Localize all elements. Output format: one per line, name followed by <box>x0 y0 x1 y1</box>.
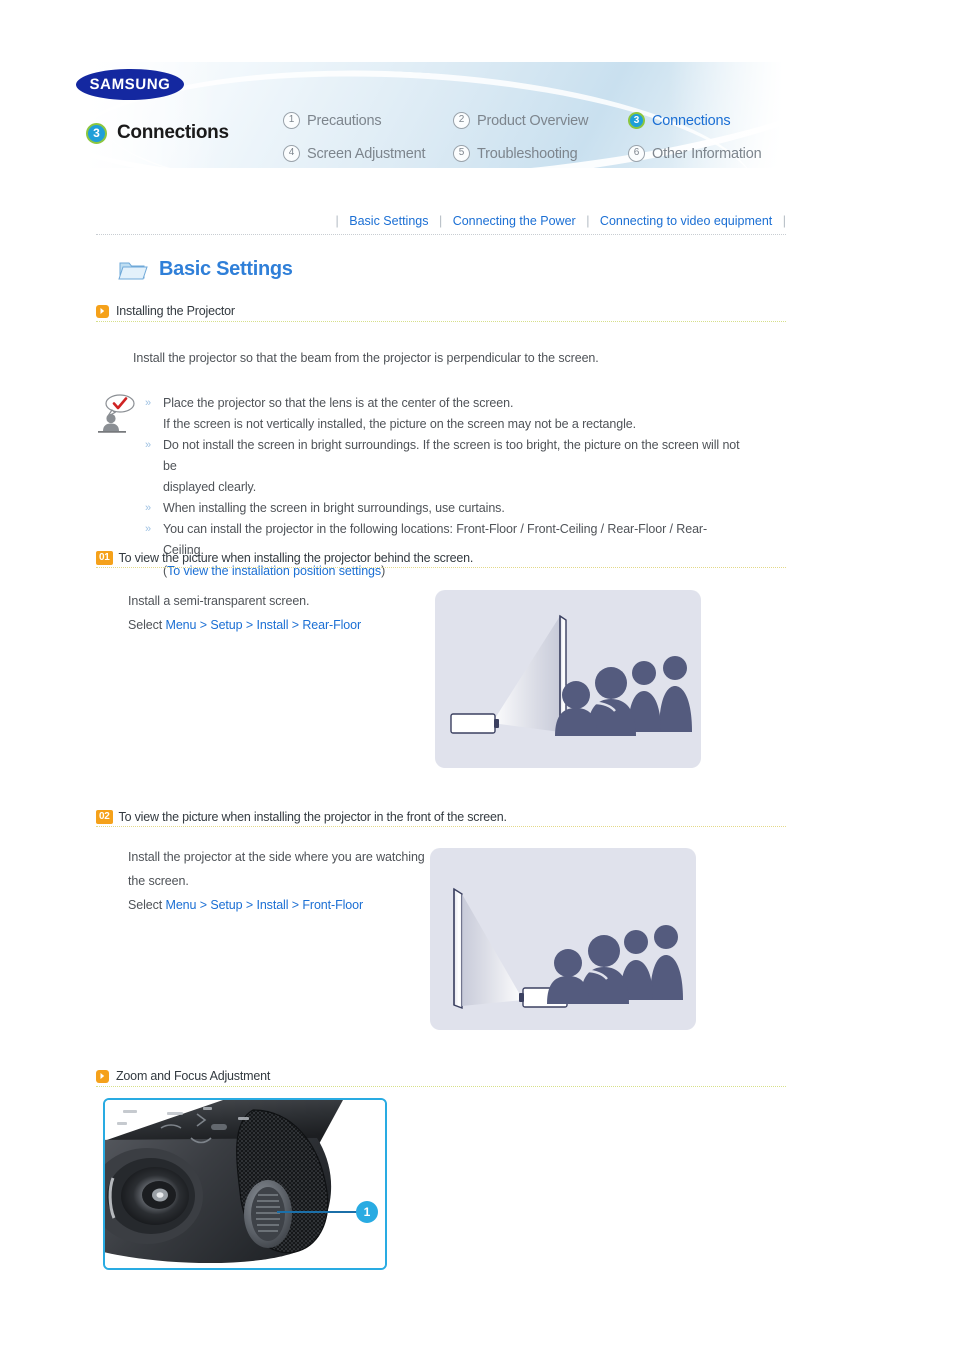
tip-text: If the screen is not vertically installe… <box>163 417 637 431</box>
chevron-right-icon <box>96 1069 109 1083</box>
link-separator-1: | <box>438 214 443 228</box>
nav-item-screen-adjustment[interactable]: 4 Screen Adjustment <box>283 145 453 162</box>
link-basic-settings[interactable]: Basic Settings <box>349 214 428 228</box>
page-header-banner: SAMSUNG 3 Connections 1 Precautions 2 Pr… <box>68 62 788 168</box>
step-02-line-2: the screen. <box>128 874 189 888</box>
tip-item: » When installing the screen in bright s… <box>145 498 746 519</box>
step-number-badge-01: 01 <box>96 551 113 565</box>
tip-text: Place the projector so that the lens is … <box>163 396 514 410</box>
subsection-divider-zoom-focus <box>96 1086 786 1088</box>
tip-item: » Place the projector so that the lens i… <box>145 393 746 414</box>
page-title-row: Basic Settings <box>118 257 293 282</box>
step-label-01: To view the picture when installing the … <box>118 551 474 565</box>
nav-number-4: 4 <box>283 145 300 162</box>
rear-projection-diagram <box>435 590 701 768</box>
double-chevron-icon: » <box>145 523 152 535</box>
tip-person-check-icon <box>96 393 141 435</box>
tip-item: » Do not install the screen in bright su… <box>145 435 746 477</box>
step-02-select-prefix: Select <box>128 898 166 912</box>
step-02-line-1: Install the projector at the side where … <box>128 850 425 864</box>
double-chevron-icon: » <box>145 502 152 514</box>
step-header-02: 02 To view the picture when installing t… <box>96 810 507 824</box>
current-section-number-badge: 3 <box>86 122 107 144</box>
installing-intro-text: Install the projector so that the beam f… <box>133 351 599 365</box>
nav-number-1: 1 <box>283 112 300 129</box>
breadcrumb-links: | Basic Settings | Connecting the Power … <box>96 214 786 228</box>
front-projection-diagram <box>430 848 696 1030</box>
nav-label-product-overview: Product Overview <box>477 112 589 129</box>
step-01-line-2: Select Menu > Setup > Install > Rear-Flo… <box>128 613 361 637</box>
tip-text: When installing the screen in bright sur… <box>163 501 505 515</box>
nav-item-troubleshooting[interactable]: 5 Troubleshooting <box>453 145 628 162</box>
step-02-line-3: Select Menu > Setup > Install > Front-Fl… <box>128 893 425 917</box>
subsection-label-zoom-focus: Zoom and Focus Adjustment <box>116 1069 271 1083</box>
nav-number-2: 2 <box>453 112 470 129</box>
subsection-header-installing: Installing the Projector <box>96 304 235 318</box>
step-label-02: To view the picture when installing the … <box>118 810 507 824</box>
link-separator-0: | <box>335 214 339 228</box>
link-connecting-the-power[interactable]: Connecting the Power <box>453 214 576 228</box>
tip-item: » If the screen is not vertically instal… <box>145 414 746 435</box>
step-number-badge-02: 02 <box>96 810 113 824</box>
nav-label-precautions: Precautions <box>307 112 382 129</box>
page-title: Basic Settings <box>159 258 293 280</box>
step-divider-01 <box>96 567 786 569</box>
step-01-menu-path: Menu > Setup > Install > Rear-Floor <box>165 618 362 632</box>
double-chevron-icon: » <box>145 397 152 409</box>
nav-label-screen-adjustment: Screen Adjustment <box>307 145 426 162</box>
folder-icon <box>118 257 148 282</box>
step-divider-02 <box>96 826 786 828</box>
link-connecting-to-video-equipment[interactable]: Connecting to video equipment <box>600 214 772 228</box>
step-02-menu-path: Menu > Setup > Install > Front-Floor <box>165 898 364 912</box>
step-01-select-prefix: Select <box>128 618 166 632</box>
subsection-label-installing: Installing the Projector <box>116 304 235 318</box>
link-separator-2: | <box>586 214 590 228</box>
nav-label-other-information: Other Information <box>652 145 762 162</box>
subsection-header-zoom-focus: Zoom and Focus Adjustment <box>96 1069 270 1083</box>
step-01-body: Install a semi-transparent screen. Selec… <box>128 589 361 637</box>
current-section-label: Connections <box>117 122 229 143</box>
chapter-nav: 1 Precautions 2 Product Overview 3 Conne… <box>283 104 762 168</box>
subsection-divider-installing <box>96 321 786 323</box>
samsung-logo: SAMSUNG <box>75 69 185 100</box>
nav-label-troubleshooting: Troubleshooting <box>477 145 578 162</box>
nav-number-6: 6 <box>628 145 645 162</box>
tip-text: displayed clearly. <box>163 480 257 494</box>
nav-number-3: 3 <box>628 112 645 129</box>
nav-item-connections[interactable]: 3 Connections <box>628 112 761 129</box>
step-02-body: Install the projector at the side where … <box>128 845 425 917</box>
breadcrumb-divider <box>96 234 786 236</box>
step-header-01: 01 To view the picture when installing t… <box>96 551 473 565</box>
tip-item: » displayed clearly. <box>145 477 746 498</box>
nav-item-precautions[interactable]: 1 Precautions <box>283 112 453 129</box>
nav-item-other-information[interactable]: 6 Other Information <box>628 145 762 162</box>
step-01-line-1: Install a semi-transparent screen. <box>128 594 310 608</box>
projector-lens-photo: 1 <box>103 1098 387 1270</box>
chevron-right-icon <box>96 304 109 318</box>
tip-text: Do not install the screen in bright surr… <box>163 438 740 473</box>
nav-number-5: 5 <box>453 145 470 162</box>
link-separator-3: | <box>782 214 786 228</box>
callout-badge-1: 1 <box>356 1201 378 1223</box>
nav-label-connections: Connections <box>652 112 731 129</box>
current-section-title: 3 Connections <box>86 122 229 144</box>
nav-item-product-overview[interactable]: 2 Product Overview <box>453 112 628 129</box>
double-chevron-icon: » <box>145 439 152 451</box>
